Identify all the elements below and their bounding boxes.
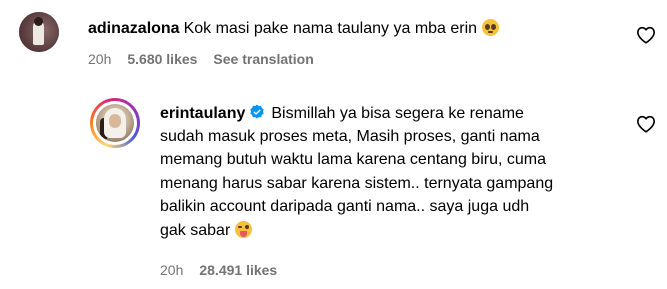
see-translation-link[interactable]: See translation [213,51,313,67]
heart-outline-icon[interactable] [636,115,656,133]
avatar-erintaulany[interactable] [90,98,140,148]
comment-meta: 20h 28.491 likes [160,262,293,278]
avatar-adinazalona[interactable] [19,12,59,52]
comment-likes[interactable]: 5.680 likes [127,51,197,67]
comment-meta: 20h 5.680 likes See translation [88,51,330,67]
comment-line: adinazalona Kok masi pake nama taulany ya… [88,19,499,38]
comment-header: erintaulany Bismillah ya bisa segera ke … [160,104,524,123]
comment-time[interactable]: 20h [160,262,183,278]
verified-badge-icon [250,104,265,119]
comment-username[interactable]: erintaulany [160,105,245,122]
comment-time[interactable]: 20h [88,51,111,67]
comment-likes[interactable]: 28.491 likes [199,262,277,278]
comment-text-line: gak sabar [160,222,231,239]
tongue-face-emoji [234,221,252,238]
heart-outline-icon[interactable] [636,26,656,44]
comment-text-line: menang harus sabar karena sistem.. terny… [160,175,554,192]
comment-text: Kok masi pake nama taulany ya mba erin [183,20,478,37]
comment-text-line: sudah masuk proses meta, Masih proses, g… [160,128,540,145]
comment-text-last-line: gak sabar [160,219,252,242]
pleading-face-emoji [481,19,499,36]
comment-text-line: Bismillah ya bisa segera ke rename [271,105,524,122]
comment-username[interactable]: adinazalona [88,20,180,37]
comment-text-line: balikin account daripada ganti nama.. sa… [160,198,530,215]
comment-text-line: memang butuh waktu lama karena centang b… [160,151,546,168]
